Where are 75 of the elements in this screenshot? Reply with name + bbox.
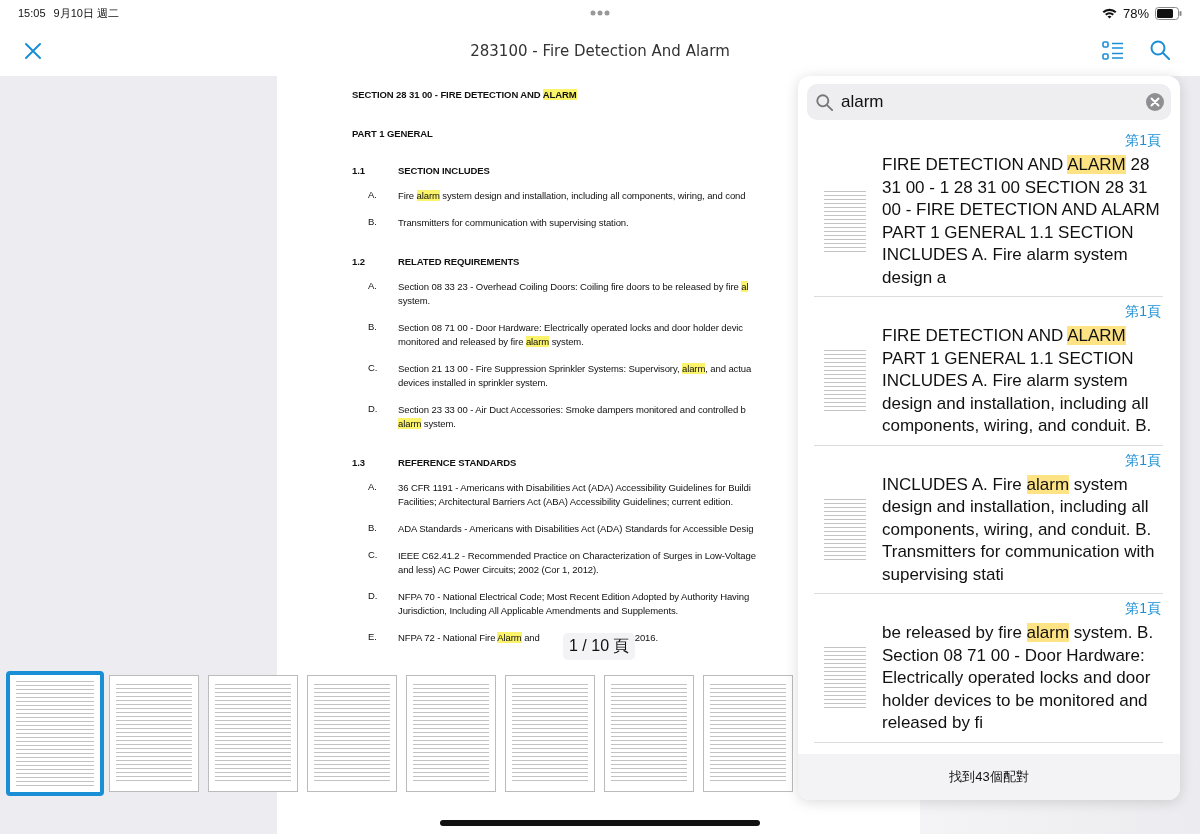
item-letter: B.: [368, 321, 378, 334]
result-page-label: 第1頁: [1125, 132, 1161, 150]
item-letter: A.: [368, 189, 378, 202]
result-page-label: 第1頁: [1125, 451, 1161, 470]
battery-percent: 78%: [1122, 5, 1149, 21]
page-thumbnail[interactable]: [505, 675, 595, 792]
search-field[interactable]: alarm: [807, 84, 1171, 120]
result-page-label: 第1頁: [1125, 600, 1161, 618]
page-thumbnail[interactable]: [307, 675, 397, 792]
item-text: Section 21 13 00 - Fire Suppression Sprinkler Systems: Supervisory, alarm, and actua: [398, 363, 752, 374]
section-number: 1.1: [352, 165, 366, 176]
result-snippet: INCLUDES A. Fire alarm system design and installation, including all components, wiring, and conduit. B. Transmitters for communication with supervising stati: [882, 473, 1156, 586]
match-count: 找到43個配對: [949, 768, 1029, 786]
item-text: ADA Standards - Americans with Disabilities Act (ADA) Standards for Accessible Desig: [398, 523, 754, 534]
list-icon[interactable]: [1102, 41, 1124, 61]
page-indicator: 1 / 10 頁: [563, 633, 636, 660]
home-indicator[interactable]: [440, 820, 760, 826]
item-letter: B.: [368, 216, 378, 229]
item-letter: C.: [368, 549, 379, 562]
item-text: NFPA 70 - National Electrical Code; Most Recent Edition Adopted by Authority Having: [398, 591, 750, 602]
result-snippet: FIRE DETECTION AND ALARM 28 31 00 - 1 28 31 00 SECTION 28 31 00 - FIRE DETECTION AND ALARM PART 1 GENERAL 1.1 SECTION INCLUDES A. Fire alarm system design a: [882, 154, 1161, 289]
search-result[interactable]: 第1頁 be released by fire alarm system. B. Section 08 71 00 - Door Hardware: Electrically operated locks and door holder devices to be monitored and released by fi: [814, 594, 1163, 743]
section-number: 1.2: [352, 256, 366, 267]
page-thumbnail[interactable]: [406, 675, 496, 792]
section-number: 1.3: [352, 457, 366, 468]
item-letter: D.: [368, 403, 379, 416]
item-letter: E.: [368, 631, 378, 644]
item-text: 2016.: [634, 632, 658, 643]
item-letter: C.: [368, 362, 379, 375]
item-letter: A.: [368, 280, 378, 293]
section-title: REFERENCE STANDARDS: [398, 457, 517, 468]
item-text: and less) AC Power Circuits; 2002 (Cor 1, 2012).: [398, 564, 599, 575]
document-title: 283100 - Fire Detection And Alarm: [470, 42, 730, 60]
item-text: Section 08 33 23 - Overhead Coiling Doors: Coiling fire doors to be released by fire al: [398, 281, 749, 292]
result-snippet: be released by fire alarm system. B. Section 08 71 00 - Door Hardware: Electrically operated locks and door holder devices to be monitored and released by fi: [882, 622, 1155, 734]
page-thumbnail[interactable]: [703, 675, 793, 792]
result-page-label: 第1頁: [1125, 303, 1161, 321]
clear-icon[interactable]: [1146, 93, 1164, 111]
wifi-icon: [1101, 7, 1117, 19]
item-text: IEEE C62.41.2 - Recommended Practice on Characterization of Surges in Low-Voltage: [398, 550, 756, 561]
section-title: RELATED REQUIREMENTS: [398, 256, 520, 267]
result-snippet: FIRE DETECTION AND ALARM PART 1 GENERAL 1.1 SECTION INCLUDES A. Fire alarm system design and installation, including all components, wiring, and conduit. B.: [882, 325, 1153, 437]
item-letter: A.: [368, 481, 378, 494]
item-text: Section 08 71 00 - Door Hardware: Electrically operated locks and door holder devic: [398, 322, 743, 333]
battery-icon: [1155, 6, 1182, 20]
item-text: NFPA 72 - National Fire Alarm and: [398, 632, 540, 643]
item-letter: B.: [368, 522, 378, 535]
item-text: alarm system.: [398, 418, 456, 429]
item-text: Section 23 33 00 - Air Duct Accessories: Smoke dampers monitored and controlled b: [398, 404, 746, 415]
page-thumbnail[interactable]: [604, 675, 694, 792]
page-thumbnail[interactable]: [208, 675, 298, 792]
search-icon[interactable]: [1150, 40, 1170, 60]
document-heading: SECTION 28 31 00 - FIRE DETECTION AND ALARM: [352, 89, 577, 100]
item-text: Transmitters for communication with supervising station.: [398, 217, 629, 228]
page-thumbnail[interactable]: [109, 675, 199, 792]
more-dots-icon[interactable]: [590, 10, 610, 16]
search-icon: [816, 93, 833, 111]
item-letter: D.: [368, 590, 379, 603]
item-text: monitored and released by fire alarm system.: [398, 336, 584, 347]
search-result[interactable]: 第1頁 INCLUDES A. Fire alarm system design and installation, including all components, wiring, and conduit. B. Transmitters for communication with supervising stati: [814, 445, 1163, 594]
item-text: 36 CFR 1191 - Americans with Disabilities Act (ADA) Accessibility Guidelines for Buildi: [398, 482, 751, 493]
close-icon[interactable]: [24, 42, 42, 60]
item-text: Facilities; Architectural Barriers Act (ABA) Accessibility Guidelines; current edition.: [398, 496, 733, 507]
status-date: 9月10日 週二: [53, 5, 119, 21]
item-text: devices installed in sprinkler system.: [398, 377, 548, 388]
section-title: SECTION INCLUDES: [398, 165, 490, 176]
item-text: system.: [398, 295, 431, 306]
page-thumbnail[interactable]: [6, 671, 104, 796]
item-text: Jurisdiction, Including All Applicable Amendments and Supplements.: [398, 605, 679, 616]
search-result[interactable]: 第1頁 FIRE DETECTION AND ALARM 28 31 00 - 1 28 31 00 SECTION 28 31 00 - FIRE DETECTION AND ALARM PART 1 GENERAL 1.1 SECTION INCLUDES A. Fire alarm system design a: [814, 126, 1163, 297]
part-heading: PART 1 GENERAL: [352, 128, 434, 139]
status-time: 15:05: [18, 7, 46, 19]
item-text: Fire alarm system design and installation, including all components, wiring, and cond: [398, 190, 746, 201]
search-result[interactable]: 第1頁 FIRE DETECTION AND ALARM PART 1 GENERAL 1.1 SECTION INCLUDES A. Fire alarm system design and installation, including all components, wiring, and conduit. B.: [814, 297, 1163, 446]
search-input[interactable]: alarm: [841, 92, 1138, 112]
